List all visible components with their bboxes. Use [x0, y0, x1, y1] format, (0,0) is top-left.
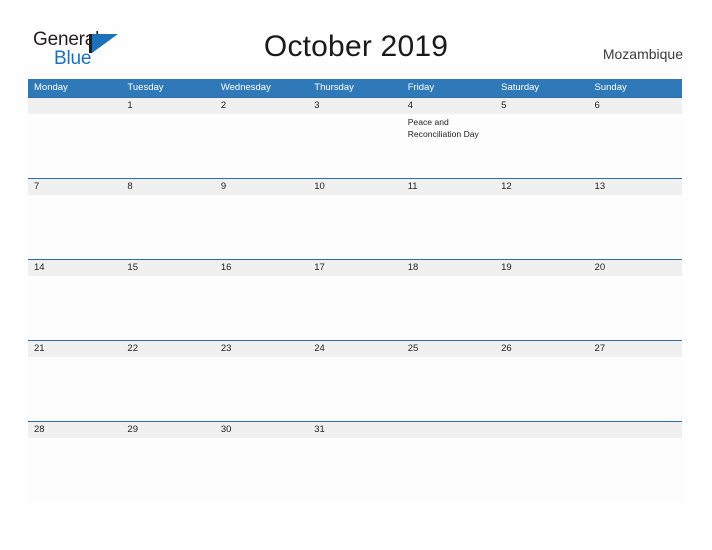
day-cell[interactable]	[402, 276, 495, 340]
day-number[interactable]: 4	[402, 98, 495, 114]
day-cell[interactable]	[28, 357, 121, 421]
page-header: General Blue October 2019 Mozambique	[0, 0, 712, 78]
day-cell[interactable]	[402, 195, 495, 259]
day-number[interactable]: 31	[308, 422, 401, 438]
day-number[interactable]: 10	[308, 179, 401, 195]
day-cell[interactable]	[121, 276, 214, 340]
day-header-tuesday: Tuesday	[127, 82, 164, 93]
day-number[interactable]: 22	[121, 341, 214, 357]
day-cell[interactable]	[308, 195, 401, 259]
day-number[interactable]: 15	[121, 260, 214, 276]
calendar-page: General Blue October 2019 Mozambique Mon…	[0, 0, 712, 550]
day-header-wednesday: Wednesday	[220, 82, 271, 93]
day-cell[interactable]	[215, 114, 308, 178]
day-number[interactable]: 12	[495, 179, 588, 195]
day-number[interactable]	[589, 422, 682, 438]
week-date-band: 1 2 3 4 5 6	[28, 97, 682, 114]
day-number[interactable]: 30	[215, 422, 308, 438]
day-number[interactable]: 2	[215, 98, 308, 114]
day-number[interactable]	[402, 422, 495, 438]
day-cell[interactable]	[28, 114, 121, 178]
day-header-monday: Monday	[34, 82, 68, 93]
day-number[interactable]: 19	[495, 260, 588, 276]
week-date-band: 21 22 23 24 25 26 27	[28, 340, 682, 357]
day-number[interactable]: 14	[28, 260, 121, 276]
day-number[interactable]: 21	[28, 341, 121, 357]
day-cell[interactable]	[121, 357, 214, 421]
day-cell[interactable]	[121, 438, 214, 502]
week-body	[28, 357, 682, 421]
day-number[interactable]: 16	[215, 260, 308, 276]
calendar-week-row: 1 2 3 4 5 6 Peace and Reconciliation Day	[28, 97, 682, 178]
week-body	[28, 276, 682, 340]
day-number[interactable]: 8	[121, 179, 214, 195]
day-cell[interactable]	[589, 357, 682, 421]
day-cell[interactable]	[215, 438, 308, 502]
day-cell[interactable]	[28, 438, 121, 502]
day-cell[interactable]	[28, 195, 121, 259]
calendar-grid: Monday Tuesday Wednesday Thursday Friday…	[28, 79, 682, 502]
day-number[interactable]: 6	[589, 98, 682, 114]
week-body	[28, 195, 682, 259]
day-number[interactable]: 20	[589, 260, 682, 276]
day-number[interactable]: 27	[589, 341, 682, 357]
country-label: Mozambique	[602, 46, 683, 62]
day-header-saturday: Saturday	[501, 82, 540, 93]
day-number[interactable]: 11	[402, 179, 495, 195]
day-of-week-header-row: Monday Tuesday Wednesday Thursday Friday…	[28, 79, 682, 97]
day-number[interactable]: 23	[215, 341, 308, 357]
day-number[interactable]: 1	[121, 98, 214, 114]
day-cell[interactable]	[402, 438, 495, 502]
day-number[interactable]: 5	[495, 98, 588, 114]
day-number[interactable]: 13	[589, 179, 682, 195]
day-cell[interactable]	[495, 357, 588, 421]
day-cell[interactable]	[589, 114, 682, 178]
day-cell[interactable]	[308, 276, 401, 340]
day-cell[interactable]	[589, 438, 682, 502]
day-number[interactable]: 26	[495, 341, 588, 357]
day-event-text: Peace and Reconciliation Day	[407, 117, 479, 139]
week-date-band: 28 29 30 31	[28, 421, 682, 438]
week-date-band: 7 8 9 10 11 12 13	[28, 178, 682, 195]
day-number[interactable]	[495, 422, 588, 438]
day-cell[interactable]	[215, 357, 308, 421]
day-cell[interactable]	[402, 357, 495, 421]
day-cell[interactable]	[28, 276, 121, 340]
day-cell[interactable]	[308, 438, 401, 502]
day-number[interactable]: 7	[28, 179, 121, 195]
day-number[interactable]: 18	[402, 260, 495, 276]
day-cell[interactable]	[495, 114, 588, 178]
day-number[interactable]: 24	[308, 341, 401, 357]
day-number[interactable]: 17	[308, 260, 401, 276]
day-cell[interactable]	[589, 276, 682, 340]
day-header-sunday: Sunday	[594, 82, 627, 93]
day-number[interactable]: 28	[28, 422, 121, 438]
day-cell[interactable]	[495, 438, 588, 502]
day-cell[interactable]	[589, 195, 682, 259]
day-cell[interactable]	[308, 357, 401, 421]
week-body	[28, 438, 682, 502]
calendar-week-row: 28 29 30 31	[28, 421, 682, 502]
day-number[interactable]: 3	[308, 98, 401, 114]
week-body: Peace and Reconciliation Day	[28, 114, 682, 178]
day-cell[interactable]	[495, 195, 588, 259]
day-cell[interactable]	[495, 276, 588, 340]
day-header-thursday: Thursday	[314, 82, 354, 93]
day-number[interactable]	[28, 98, 121, 114]
day-cell[interactable]	[215, 195, 308, 259]
day-header-friday: Friday	[407, 82, 435, 93]
day-number[interactable]: 29	[121, 422, 214, 438]
day-cell[interactable]	[121, 114, 214, 178]
day-cell[interactable]	[308, 114, 401, 178]
day-number[interactable]: 9	[215, 179, 308, 195]
day-cell[interactable]	[121, 195, 214, 259]
week-date-band: 14 15 16 17 18 19 20	[28, 259, 682, 276]
calendar-week-row: 7 8 9 10 11 12 13	[28, 178, 682, 259]
day-number[interactable]: 25	[402, 341, 495, 357]
day-cell[interactable]	[215, 276, 308, 340]
calendar-week-row: 14 15 16 17 18 19 20	[28, 259, 682, 340]
day-cell[interactable]: Peace and Reconciliation Day	[402, 114, 495, 178]
calendar-week-row: 21 22 23 24 25 26 27	[28, 340, 682, 421]
